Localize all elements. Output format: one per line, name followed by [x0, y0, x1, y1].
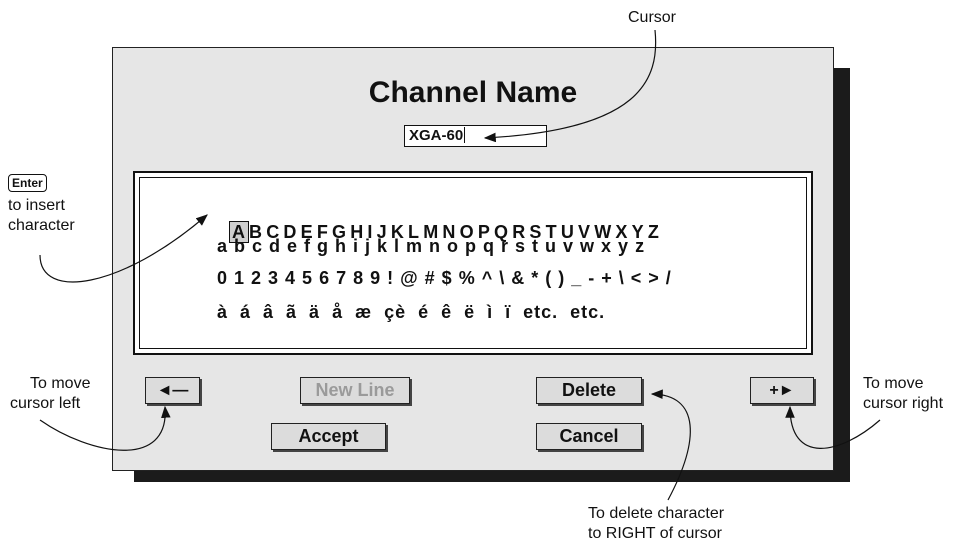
move-left-leader-line — [39, 405, 171, 451]
delete-leader-line — [650, 389, 691, 501]
leader-lines — [39, 29, 881, 501]
enter-leader-line — [39, 214, 208, 283]
cursor-leader-line — [483, 29, 657, 143]
move-right-leader-line — [785, 405, 881, 449]
